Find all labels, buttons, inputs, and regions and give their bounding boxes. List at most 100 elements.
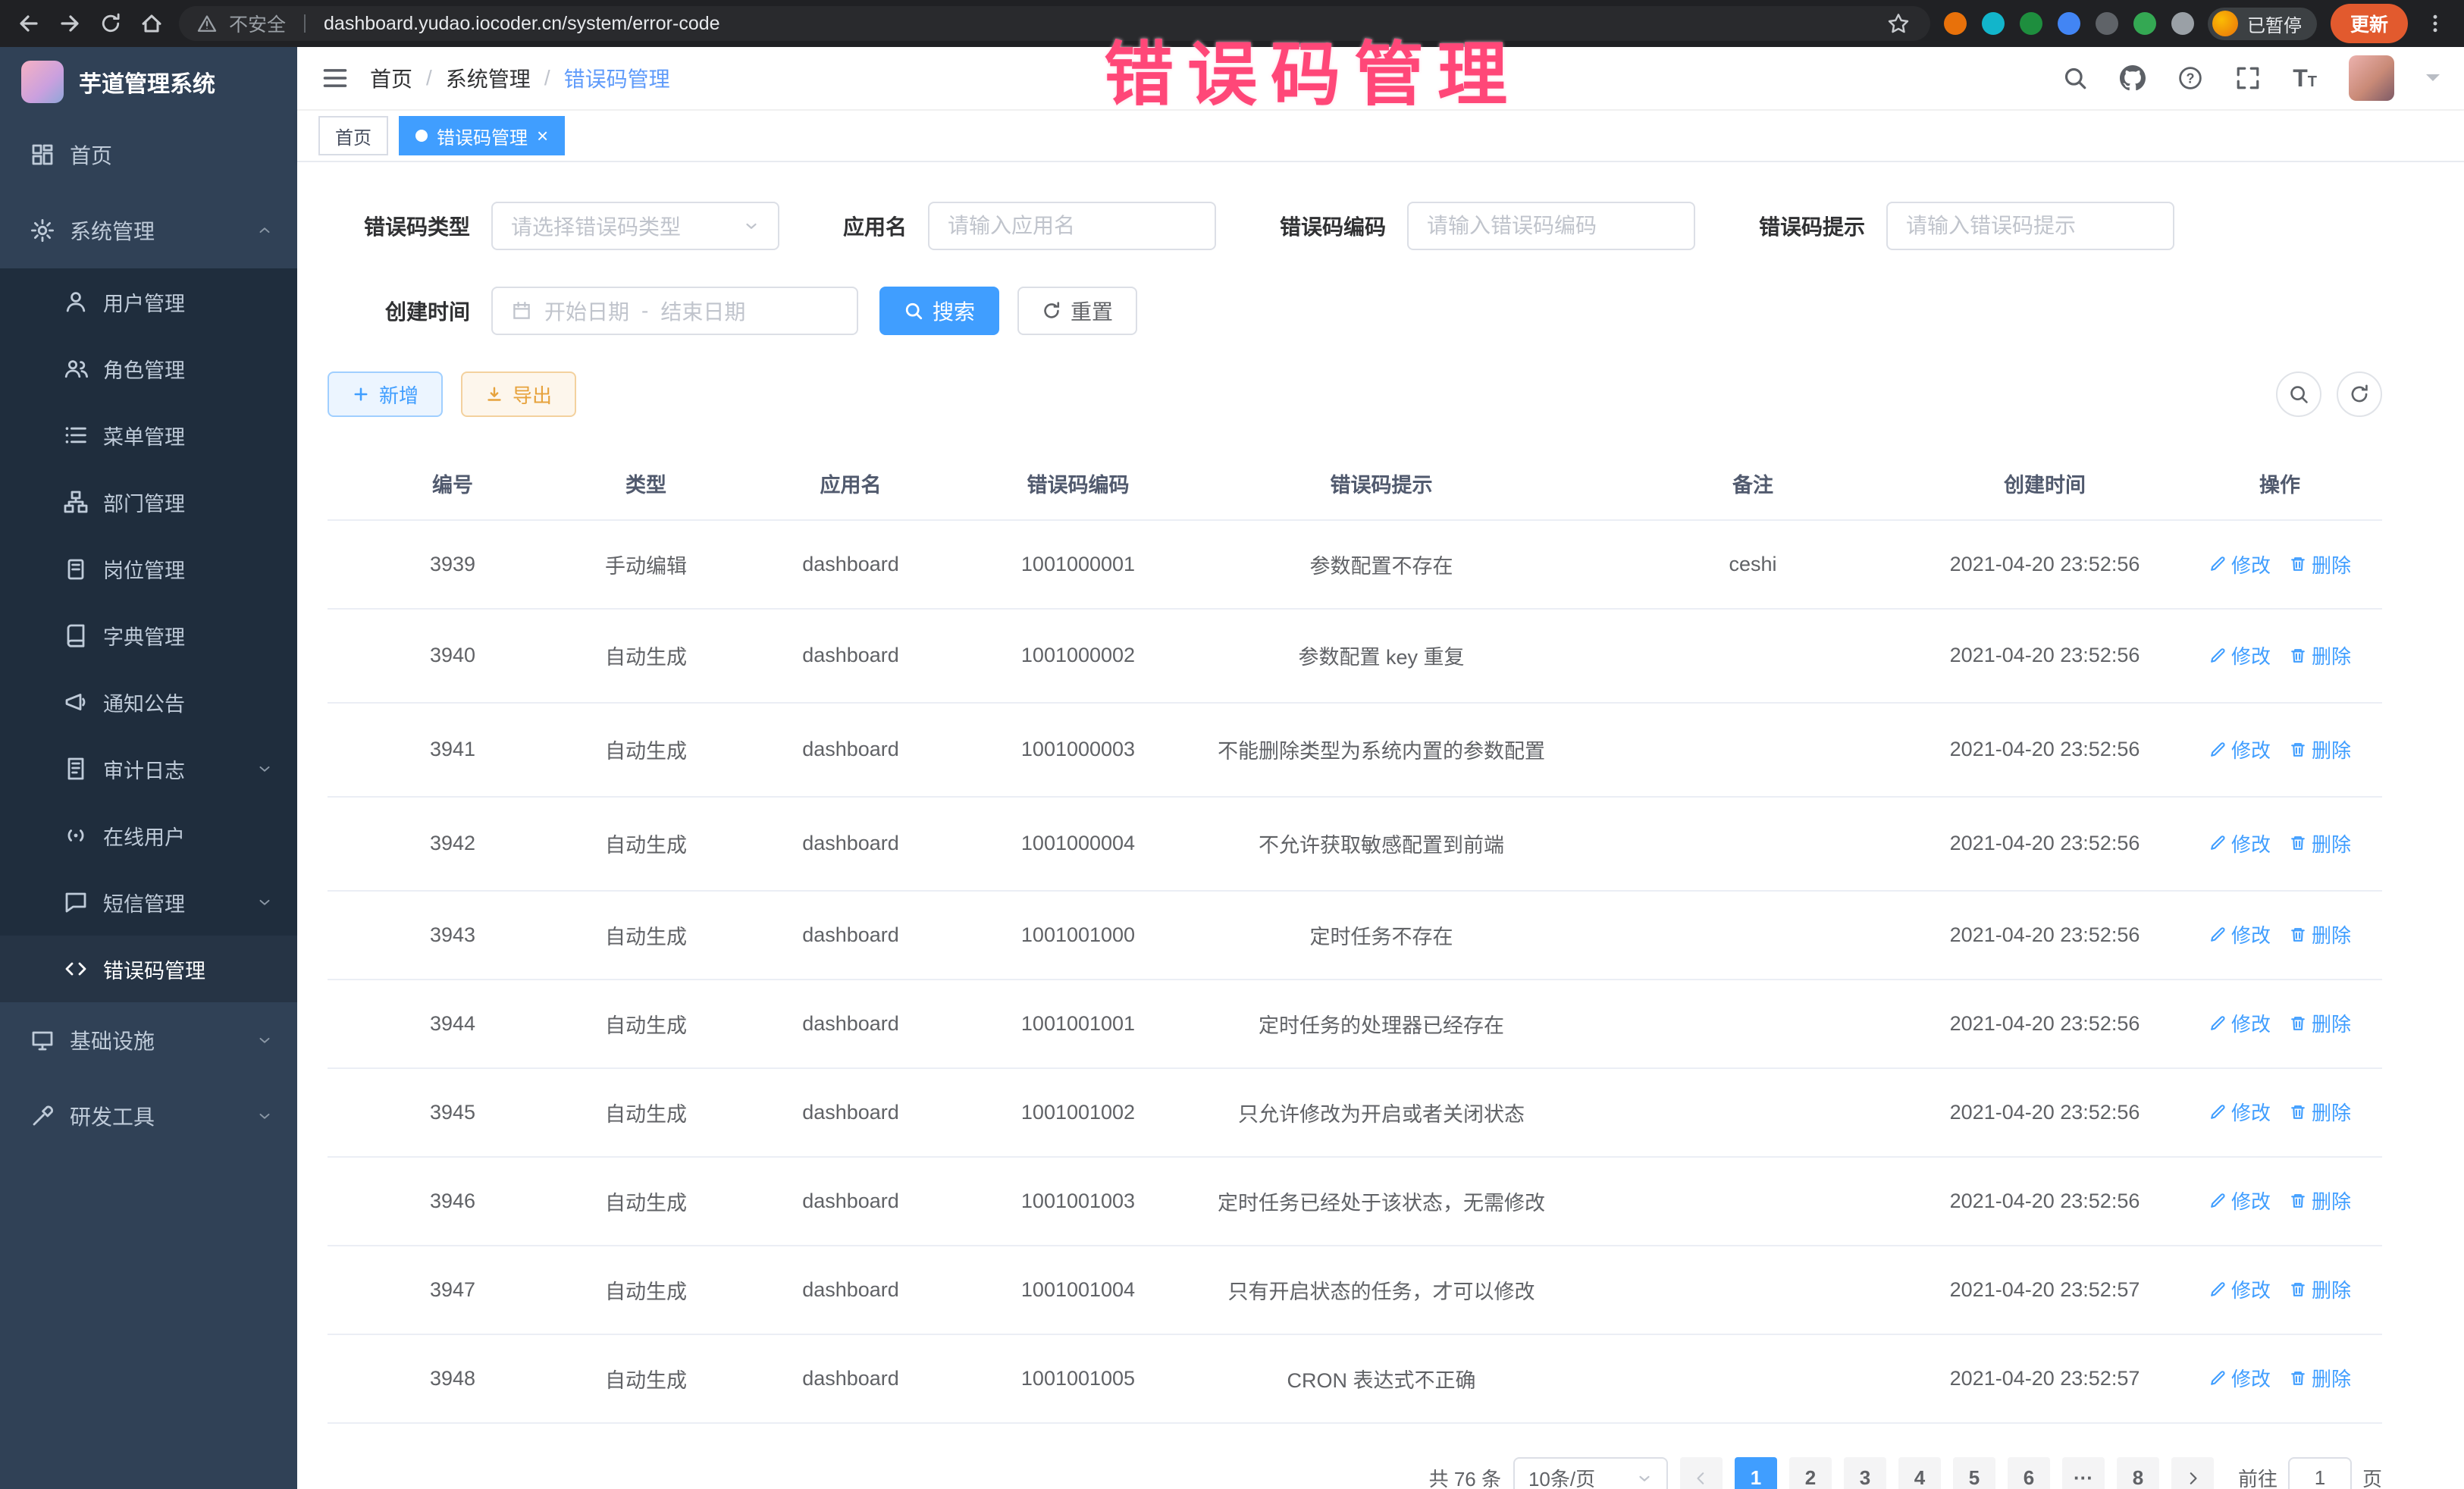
date-range-picker[interactable]: 开始日期 - 结束日期 <box>491 287 858 335</box>
delete-link[interactable]: 删除 <box>2289 1098 2351 1126</box>
sidebar-item-online-user[interactable]: 在线用户 <box>0 802 297 869</box>
home-icon[interactable] <box>138 10 165 37</box>
chevron-down-icon <box>1636 1470 1653 1487</box>
fullscreen-icon[interactable] <box>2235 65 2261 91</box>
page-button-5[interactable]: 5 <box>1953 1457 1995 1489</box>
app-name-input[interactable] <box>948 214 1196 238</box>
delete-link[interactable]: 删除 <box>2289 1275 2351 1303</box>
sidebar-item-users[interactable]: 角色管理 <box>0 335 297 402</box>
update-button[interactable]: 更新 <box>2331 4 2408 43</box>
address-bar[interactable]: 不安全 dashboard.yudao.iocoder.cn/system/er… <box>179 6 1930 41</box>
edit-link[interactable]: 修改 <box>2209 1275 2271 1303</box>
sidebar-item-gear[interactable]: 系统管理 <box>0 193 297 268</box>
sidebar-item-dev-tools[interactable]: 研发工具 <box>0 1078 297 1154</box>
delete-link[interactable]: 删除 <box>2289 735 2351 763</box>
page-button-3[interactable]: 3 <box>1844 1457 1886 1489</box>
search-button[interactable]: 搜索 <box>879 287 999 335</box>
refresh-table-button[interactable] <box>2337 371 2382 417</box>
tab-close-icon[interactable]: × <box>537 126 548 146</box>
prev-page-button[interactable] <box>1680 1457 1723 1489</box>
page-button-2[interactable]: 2 <box>1789 1457 1832 1489</box>
security-label[interactable]: 不安全 <box>229 10 286 37</box>
sidebar-item-infrastructure[interactable]: 基础设施 <box>0 1002 297 1078</box>
error-code-input[interactable] <box>1427 214 1676 238</box>
extension-orange-icon[interactable] <box>1944 12 1967 35</box>
extension-blue-icon[interactable] <box>2058 12 2080 35</box>
edit-link[interactable]: 修改 <box>2209 735 2271 763</box>
page-button-4[interactable]: 4 <box>1898 1457 1941 1489</box>
page-button-6[interactable]: 6 <box>2008 1457 2050 1489</box>
edit-link[interactable]: 修改 <box>2209 829 2271 857</box>
gear-icon <box>30 218 55 243</box>
sidebar-item-org-tree[interactable]: 部门管理 <box>0 469 297 535</box>
delete-link[interactable]: 删除 <box>2289 550 2351 578</box>
col-remark: 备注 <box>1594 447 1912 520</box>
github-icon[interactable] <box>2120 65 2146 91</box>
sidebar-item-sms[interactable]: 短信管理 <box>0 869 297 936</box>
delete-link[interactable]: 删除 <box>2289 1009 2351 1037</box>
cell-remark <box>1594 703 1912 797</box>
show-search-button[interactable] <box>2276 371 2321 417</box>
help-icon[interactable]: ? <box>2177 65 2203 91</box>
add-button[interactable]: 新增 <box>328 371 443 417</box>
edit-link[interactable]: 修改 <box>2209 1009 2271 1037</box>
delete-link[interactable]: 删除 <box>2289 920 2351 948</box>
extension-gray-icon[interactable] <box>2171 12 2194 35</box>
next-page-button[interactable] <box>2171 1457 2214 1489</box>
edit-icon <box>2209 647 2227 665</box>
sidebar-item-dictionary[interactable]: 字典管理 <box>0 602 297 669</box>
profile-avatar <box>2212 11 2238 36</box>
avatar-caret-icon[interactable] <box>2426 74 2440 88</box>
extension-lime-icon[interactable] <box>2133 12 2156 35</box>
reset-button[interactable]: 重置 <box>1017 287 1137 335</box>
page-size-select[interactable]: 10条/页 <box>1513 1457 1668 1489</box>
extension-dark-icon[interactable] <box>2096 12 2118 35</box>
edit-link[interactable]: 修改 <box>2209 1186 2271 1215</box>
sidebar-item-user[interactable]: 用户管理 <box>0 268 297 335</box>
sidebar-item-audit-log[interactable]: 审计日志 <box>0 735 297 802</box>
table-toolbar: 新增 导出 <box>328 371 2382 417</box>
delete-link[interactable]: 删除 <box>2289 1364 2351 1392</box>
page-button-8[interactable]: 8 <box>2117 1457 2159 1489</box>
export-button[interactable]: 导出 <box>461 371 576 417</box>
forward-icon[interactable] <box>56 10 83 37</box>
edit-link[interactable]: 修改 <box>2209 550 2271 578</box>
cell-type: 自动生成 <box>578 703 714 797</box>
breadcrumb-item[interactable]: 首页 <box>370 63 412 93</box>
font-size-icon[interactable]: TT <box>2293 66 2317 90</box>
profile-chip[interactable]: 已暂停 <box>2208 8 2317 40</box>
breadcrumb-item[interactable]: 系统管理 <box>446 63 531 93</box>
top-navbar: 首页/系统管理/错误码管理 ? TT <box>297 47 2464 111</box>
bookmark-star-icon[interactable] <box>1885 10 1912 37</box>
back-icon[interactable] <box>15 10 42 37</box>
edit-link[interactable]: 修改 <box>2209 641 2271 669</box>
delete-link[interactable]: 删除 <box>2289 829 2351 857</box>
delete-link[interactable]: 删除 <box>2289 641 2351 669</box>
delete-link[interactable]: 删除 <box>2289 1186 2351 1215</box>
sidebar-item-position[interactable]: 岗位管理 <box>0 535 297 602</box>
goto-page-input[interactable] <box>2288 1457 2352 1489</box>
sidebar-item-error-code[interactable]: 错误码管理 <box>0 936 297 1002</box>
tab-error-code[interactable]: 错误码管理 × <box>399 116 565 155</box>
page-ellipsis-button[interactable]: ··· <box>2062 1457 2105 1489</box>
edit-link[interactable]: 修改 <box>2209 1098 2271 1126</box>
edit-link[interactable]: 修改 <box>2209 1364 2271 1392</box>
hamburger-icon[interactable] <box>321 64 349 92</box>
sidebar-item-dashboard[interactable]: 首页 <box>0 117 297 193</box>
extension-teal-icon[interactable] <box>1982 12 2005 35</box>
sidebar-item-menu-list[interactable]: 菜单管理 <box>0 402 297 469</box>
page-button-1[interactable]: 1 <box>1735 1457 1777 1489</box>
reload-icon[interactable] <box>97 10 124 37</box>
breadcrumb-item[interactable]: 错误码管理 <box>564 63 670 93</box>
browser-menu-icon[interactable] <box>2422 10 2449 37</box>
search-icon[interactable] <box>2062 65 2088 91</box>
error-type-select[interactable]: 请选择错误码类型 <box>491 202 779 250</box>
sidebar-item-megaphone[interactable]: 通知公告 <box>0 669 297 735</box>
tab-home[interactable]: 首页 <box>318 116 388 155</box>
app-logo[interactable]: 芋道管理系统 <box>0 47 297 117</box>
extension-green-icon[interactable] <box>2020 12 2042 35</box>
error-message-input[interactable] <box>1906 214 2155 238</box>
edit-link[interactable]: 修改 <box>2209 920 2271 948</box>
url-text[interactable]: dashboard.yudao.iocoder.cn/system/error-… <box>324 13 1873 35</box>
user-avatar[interactable] <box>2349 55 2394 101</box>
